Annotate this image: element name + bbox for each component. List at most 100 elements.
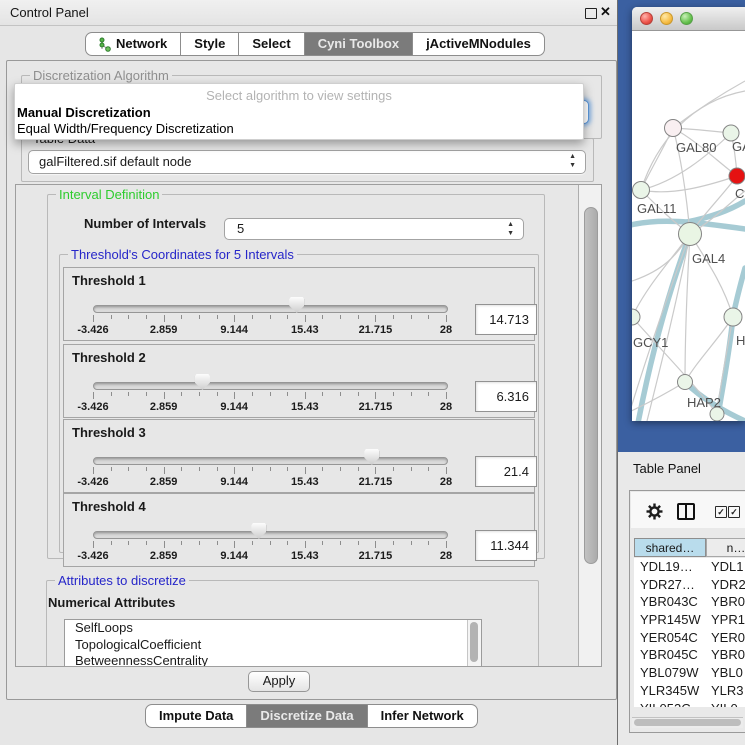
column-header-2[interactable]: n… [706, 538, 745, 557]
vertical-scrollbar-thumb[interactable] [584, 207, 598, 564]
tab-network[interactable]: Network [85, 32, 181, 56]
slider-tick [411, 315, 412, 319]
network-node[interactable] [710, 407, 724, 421]
split-view-icon[interactable] [677, 503, 695, 520]
table-cell[interactable]: YIL0 [711, 700, 738, 708]
float-window-icon[interactable] [585, 8, 597, 19]
slider-tick [146, 541, 147, 545]
number-of-intervals-spinner[interactable]: 5 ▲▼ [224, 218, 524, 240]
table-cell[interactable]: YDL1 [711, 558, 744, 576]
table-cell[interactable]: YLR345W [640, 682, 699, 700]
slider-tick [428, 467, 429, 471]
slider-tick [164, 315, 165, 322]
table-data-combobox[interactable]: galFiltered.sif default node ▲▼ [28, 150, 586, 174]
popup-option-equal-width-frequency-discretization[interactable]: Equal Width/Frequency Discretization [15, 120, 583, 136]
traffic-light-zoom-icon[interactable] [680, 12, 693, 25]
list-item-betweennesscentrality[interactable]: BetweennessCentrality [65, 653, 481, 667]
tab-label: Select [252, 33, 290, 55]
traffic-light-close-icon[interactable] [640, 12, 653, 25]
network-node[interactable] [632, 309, 640, 325]
apply-button[interactable]: Apply [248, 671, 310, 692]
tab-jactivemnodules[interactable]: jActiveMNodules [413, 32, 545, 56]
table-row[interactable]: YPR145W YPR1 [634, 611, 745, 629]
table-cell[interactable]: YBL0 [711, 664, 743, 682]
vertical-scrollbar[interactable] [578, 185, 601, 666]
tab-discretize-data[interactable]: Discretize Data [247, 704, 367, 728]
table-cell[interactable]: YBR043C [640, 593, 698, 611]
table-cell[interactable]: YBR0 [711, 593, 745, 611]
tab-impute-data[interactable]: Impute Data [145, 704, 247, 728]
popup-option-manual-discretization[interactable]: Manual Discretization [15, 104, 583, 120]
table-cell[interactable]: YDR2 [711, 576, 745, 594]
network-node[interactable] [633, 182, 650, 199]
network-node[interactable] [729, 168, 745, 184]
slider-tick [393, 541, 394, 545]
table-row[interactable]: YBR043C YBR0 [634, 593, 745, 611]
table-cell[interactable]: YIL052C [640, 700, 691, 708]
slider-tick [199, 315, 200, 319]
checkbox-icon[interactable]: ✓ [715, 506, 727, 518]
table-panel-title: Table Panel [633, 461, 701, 476]
network-edge[interactable] [687, 201, 745, 222]
horizontal-scrollbar[interactable] [632, 717, 743, 728]
network-edge[interactable] [690, 234, 733, 317]
network-node[interactable] [665, 120, 682, 137]
tab-select[interactable]: Select [239, 32, 304, 56]
threshold-value-field[interactable]: 21.4 [475, 456, 537, 487]
numerical-attributes-list[interactable]: SelfLoopsTopologicalCoefficientBetweenne… [64, 619, 482, 667]
horizontal-scrollbar-thumb[interactable] [634, 719, 741, 726]
table-row[interactable]: YIL052C YIL0 [634, 700, 745, 708]
node-label: GAL80 [676, 140, 716, 155]
list-item-selfloops[interactable]: SelfLoops [65, 620, 481, 637]
table-cell[interactable]: YBL079W [640, 664, 699, 682]
network-node[interactable] [679, 223, 702, 246]
table-cell[interactable]: YER054C [640, 629, 698, 647]
slider-tick [93, 392, 94, 399]
table-cell[interactable]: YBR0 [711, 646, 745, 664]
network-edge[interactable] [638, 234, 690, 421]
slider-track[interactable] [93, 305, 448, 313]
tab-style[interactable]: Style [181, 32, 239, 56]
slider-tick [287, 541, 288, 545]
table-row[interactable]: YDL19… YDL1 [634, 558, 745, 576]
column-header-1[interactable]: shared… [634, 538, 706, 557]
table-cell[interactable]: YDL19… [640, 558, 693, 576]
tab-cyni-toolbox[interactable]: Cyni Toolbox [305, 32, 413, 56]
traffic-light-minimize-icon[interactable] [660, 12, 673, 25]
network-edge[interactable] [641, 176, 737, 192]
list-scrollbar-thumb[interactable] [470, 622, 478, 662]
table-cell[interactable]: YLR3 [711, 682, 744, 700]
close-icon[interactable]: ✕ [600, 4, 611, 20]
threshold-value-field[interactable]: 14.713 [475, 304, 537, 335]
table-cell[interactable]: YBR045C [640, 646, 698, 664]
table-cell[interactable]: YPR1 [711, 611, 745, 629]
slider-track[interactable] [93, 531, 448, 539]
gear-icon[interactable] [646, 503, 663, 520]
table-row[interactable]: YER054C YER0 [634, 629, 745, 647]
checkbox-icon[interactable]: ✓ [728, 506, 740, 518]
tick-label: 21.715 [348, 550, 402, 562]
table-cell[interactable]: YPR145W [640, 611, 701, 629]
slider-tick [146, 315, 147, 319]
network-node[interactable] [678, 375, 693, 390]
slider-track[interactable] [93, 382, 448, 390]
table-cell[interactable]: YDR27… [640, 576, 695, 594]
network-canvas[interactable]: GAL80GALCGAL11GAL4GCY1HHAP2 [632, 31, 745, 421]
table-row[interactable]: YBR045C YBR0 [634, 646, 745, 664]
network-node[interactable] [724, 308, 742, 326]
network-window-titlebar[interactable] [632, 7, 745, 31]
threshold-value-field[interactable]: 11.344 [475, 530, 537, 561]
slider-tick [393, 467, 394, 471]
tab-infer-network[interactable]: Infer Network [368, 704, 478, 728]
slider-track[interactable] [93, 457, 448, 465]
list-scrollbar[interactable] [467, 620, 481, 667]
table-cell[interactable]: YER0 [711, 629, 745, 647]
table-row[interactable]: YLR345W YLR3 [634, 682, 745, 700]
numerical-attributes-label: Numerical Attributes [48, 595, 175, 610]
table-row[interactable]: YBL079W YBL0 [634, 664, 745, 682]
list-item-topologicalcoefficient[interactable]: TopologicalCoefficient [65, 637, 481, 654]
tick-label: 15.43 [278, 401, 332, 413]
slider-tick [128, 541, 129, 545]
threshold-value-field[interactable]: 6.316 [475, 381, 537, 412]
table-row[interactable]: YDR27… YDR2 [634, 576, 745, 594]
